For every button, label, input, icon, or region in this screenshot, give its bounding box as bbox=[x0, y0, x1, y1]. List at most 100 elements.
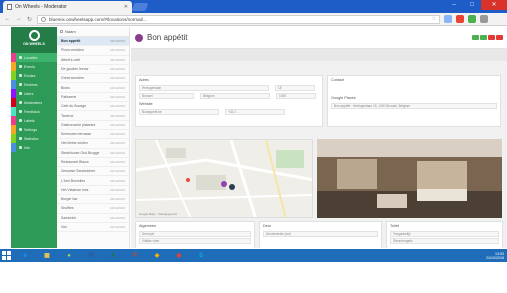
new-tab-button[interactable] bbox=[131, 3, 149, 11]
app-logo-block[interactable]: ON WHEELS bbox=[11, 27, 57, 53]
grab-bars-check[interactable]: Steunbeugels bbox=[390, 238, 499, 244]
window-close-icon[interactable]: ✕ bbox=[481, 0, 507, 10]
header-actions bbox=[472, 35, 503, 40]
extension-icon[interactable] bbox=[444, 15, 452, 23]
list-item[interactable]: L'Ami Bruxelles 24/10/2016 bbox=[57, 176, 129, 186]
list-item[interactable]: Steakhouse Oud Brugge 24/10/2016 bbox=[57, 149, 129, 158]
country-field[interactable]: Belgium bbox=[200, 93, 270, 99]
location-name: Gastronomie platanes bbox=[61, 122, 96, 127]
sidebar-item-label: Locaties bbox=[24, 55, 38, 60]
sidebar-item[interactable]: Info bbox=[11, 143, 57, 152]
sidebar-item[interactable]: Users bbox=[11, 89, 57, 98]
list-header: Naam bbox=[57, 27, 129, 37]
header-action-button[interactable] bbox=[496, 35, 503, 40]
address-url[interactable]: bluemix.onwheelsapp.com/#/locations/norm… bbox=[49, 17, 429, 22]
taskbar-app-icon[interactable]: S bbox=[193, 250, 209, 261]
toilet-label: Toilet bbox=[390, 224, 399, 228]
header-action-button[interactable] bbox=[480, 35, 487, 40]
extension-icon[interactable] bbox=[456, 15, 464, 23]
location-name: Burger bar bbox=[61, 197, 78, 202]
sidebar-item[interactable]: Moderators bbox=[11, 98, 57, 107]
list-item[interactable]: Albert's café 24/10/2016 bbox=[57, 56, 129, 65]
reload-icon[interactable]: ↻ bbox=[26, 16, 33, 23]
list-item[interactable]: Patisserie 24/10/2016 bbox=[57, 93, 129, 103]
list-item[interactable]: Vos 24/10/2016 bbox=[57, 223, 129, 233]
taskbar-app-icon[interactable]: X bbox=[105, 250, 121, 261]
list-item[interactable]: Cafe du Bocage 24/10/2016 bbox=[57, 102, 129, 112]
forward-icon[interactable]: → bbox=[15, 16, 22, 22]
number-field[interactable]: 15 bbox=[275, 85, 315, 91]
list-item[interactable]: Pizza verdalen 24/10/2016 bbox=[57, 46, 129, 56]
door-width-field[interactable]: Deurbreedte (cm) bbox=[263, 231, 378, 237]
list-item[interactable]: Gastronomie platanes 24/10/2016 bbox=[57, 121, 129, 130]
extension-icon[interactable] bbox=[468, 15, 476, 23]
website-field[interactable]: Bonappetit.be bbox=[139, 109, 219, 115]
location-name: L'Ami Bruxelles bbox=[61, 178, 86, 183]
sidebar-item[interactable]: Feedback bbox=[11, 107, 57, 116]
city-field[interactable]: Brussel bbox=[139, 93, 194, 99]
sidebar-item[interactable]: Locaties bbox=[11, 53, 57, 62]
taskbar-app-icon[interactable]: ● bbox=[61, 250, 77, 261]
list-item[interactable]: Het kleine zuiden 24/10/2016 bbox=[57, 139, 129, 149]
back-icon[interactable]: ← bbox=[4, 16, 11, 22]
taskbar-app-icon[interactable]: ▦ bbox=[39, 250, 55, 261]
list-item[interactable]: Great wonders 24/10/2016 bbox=[57, 74, 129, 84]
list-item[interactable]: Bon appétit 24/10/2016 bbox=[57, 37, 129, 47]
sidebar-item[interactable]: Settings bbox=[11, 125, 57, 134]
minimize-icon[interactable]: – bbox=[445, 0, 463, 10]
website-label: Website bbox=[139, 102, 153, 106]
window-controls: – □ ✕ bbox=[445, 0, 507, 10]
select-all-checkbox[interactable] bbox=[60, 30, 63, 33]
browser-tab[interactable]: On Wheels - Moderator ✕ bbox=[3, 1, 132, 13]
start-button-icon[interactable] bbox=[2, 251, 11, 260]
taskbar-app-icon[interactable]: W bbox=[83, 250, 99, 261]
bookmark-star-icon[interactable]: ☆ bbox=[432, 16, 436, 22]
street-field[interactable]: Hertogenlaan bbox=[139, 85, 269, 91]
location-date: 24/10/2016 bbox=[109, 122, 125, 127]
menu-icon[interactable] bbox=[480, 15, 488, 23]
sidebar-item[interactable]: Routes bbox=[11, 71, 57, 80]
flat-floor-check[interactable]: Vlakke vloer bbox=[139, 238, 251, 244]
list-item[interactable]: Burger bar 24/10/2016 bbox=[57, 195, 129, 205]
sidebar-item-label: Events bbox=[24, 64, 35, 69]
list-item[interactable]: Sandwich 24/10/2016 bbox=[57, 214, 129, 223]
accessible-check[interactable]: Toegankelijk bbox=[390, 231, 499, 237]
list-item[interactable]: Zeeuwse Sandwiches 24/10/2016 bbox=[57, 167, 129, 177]
contact-card: Contact Google Places Bon appétit · Hert… bbox=[327, 75, 501, 127]
zip-field[interactable]: 1000 bbox=[276, 93, 316, 99]
taskbar-app-icon[interactable]: ◉ bbox=[171, 250, 187, 261]
header-action-button[interactable] bbox=[488, 35, 495, 40]
taskbar-app-icon[interactable]: ◆ bbox=[149, 250, 165, 261]
location-name: Shuffles bbox=[61, 206, 74, 211]
header-action-button[interactable] bbox=[472, 35, 479, 40]
list-item[interactable]: Bistro 24/10/2016 bbox=[57, 83, 129, 93]
location-name: Sandwich bbox=[61, 215, 77, 220]
sidebar-item[interactable]: Reviews bbox=[11, 80, 57, 89]
list-item[interactable]: Sneeuwen terrasse 24/10/2016 bbox=[57, 130, 129, 140]
sidebar-item[interactable]: Labels bbox=[11, 116, 57, 125]
location-name: Vos bbox=[61, 225, 67, 230]
sidebar-item-icon bbox=[19, 146, 22, 149]
address-bar[interactable]: bluemix.onwheelsapp.com/#/locations/norm… bbox=[37, 14, 440, 24]
location-date: 24/10/2016 bbox=[109, 94, 125, 99]
list-item[interactable]: Restaurant Blauw 24/10/2016 bbox=[57, 158, 129, 168]
google-places-field[interactable]: Bon appétit · Hertogenlaan 15, 1000 Brus… bbox=[331, 103, 497, 109]
phone-field[interactable]: +32 2 ... bbox=[225, 109, 285, 115]
sidebar-item[interactable]: Events bbox=[11, 62, 57, 71]
list-item[interactable]: Taverne 24/10/2016 bbox=[57, 111, 129, 121]
taskbar-app-icon[interactable]: P bbox=[127, 250, 143, 261]
location-map[interactable]: Google Maps · Kaartgegevens bbox=[135, 139, 313, 218]
close-tab-icon[interactable]: ✕ bbox=[124, 4, 128, 10]
sidebar-item[interactable]: Statistics bbox=[11, 134, 57, 143]
site-info-icon[interactable] bbox=[41, 16, 46, 22]
taskbar-app-icon[interactable]: e bbox=[17, 250, 33, 261]
maximize-icon[interactable]: □ bbox=[463, 0, 481, 10]
sidebar-color-marker bbox=[11, 53, 16, 62]
sidebar-item-icon bbox=[19, 128, 22, 131]
list-item[interactable]: De gouden leeuw 24/10/2016 bbox=[57, 65, 129, 75]
street-view-photo[interactable] bbox=[317, 139, 502, 218]
list-item[interactable]: Het Vlaamse huis 24/10/2016 bbox=[57, 186, 129, 196]
list-item[interactable]: Shuffles 24/10/2016 bbox=[57, 204, 129, 214]
wheelchair-logo-icon bbox=[28, 30, 40, 41]
threshold-check[interactable]: Drempel bbox=[139, 231, 251, 237]
